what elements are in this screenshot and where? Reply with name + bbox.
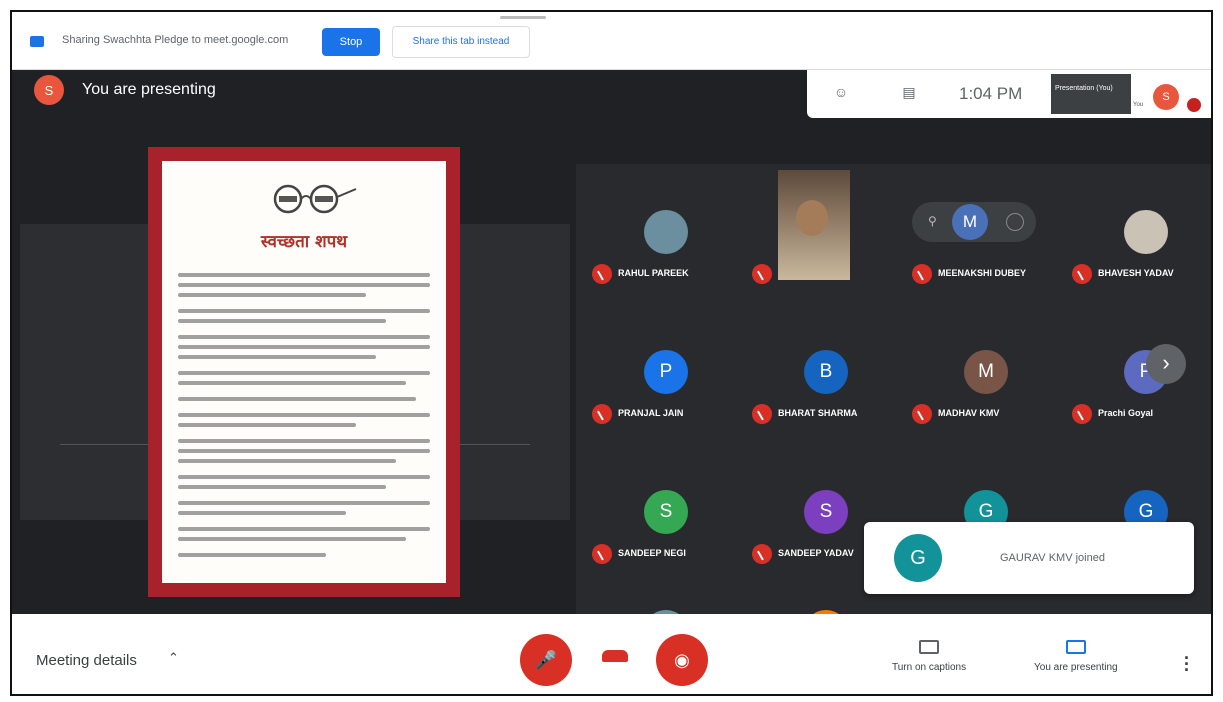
participant-video (778, 170, 850, 280)
participant-name: SANDEEP YADAV (778, 548, 854, 558)
info-panel: ☺ ▤ 1:04 PM Presentation (You) You S (807, 70, 1211, 118)
participant-avatar: P (644, 350, 688, 394)
participant-name: SANDEEP NEGI (618, 548, 686, 558)
toast-avatar: G (894, 534, 942, 582)
toast-text: GAURAV KMV joined (1000, 552, 1105, 564)
meet-window: Sharing Swachhta Pledge to meet.google.c… (10, 10, 1213, 696)
mic-off-icon (752, 264, 772, 284)
participant-tile[interactable]: P PRANJAL JAIN (586, 328, 746, 440)
mic-off-icon (592, 264, 612, 284)
people-icon[interactable]: ☺ (831, 84, 851, 102)
mic-off-icon (752, 544, 772, 564)
mic-off-icon (592, 404, 612, 424)
drag-handle[interactable] (500, 16, 546, 19)
tile-controls: ⚲ M (912, 202, 1036, 242)
participant-tile[interactable]: M MADHAV KMV (906, 328, 1066, 440)
mic-off-icon (912, 404, 932, 424)
present-label: You are presenting (1034, 662, 1118, 673)
hang-up-button[interactable] (602, 650, 628, 662)
participant-avatar: M (964, 350, 1008, 394)
participant-name: Prachi Goyal (1098, 408, 1154, 418)
chevron-up-icon[interactable]: ⌃ (168, 650, 179, 666)
stop-sharing-button[interactable]: Stop (322, 28, 380, 56)
captions-icon (919, 640, 940, 654)
participant-name: RAHUL PAREEK (618, 268, 689, 278)
presenting-label: You are presenting (82, 81, 216, 98)
avatar: S (34, 75, 64, 105)
tab-icon (30, 36, 44, 47)
share-bar: Sharing Swachhta Pledge to meet.google.c… (12, 12, 1211, 70)
participant-name: MADHAV KMV (938, 408, 1000, 418)
participant-name: MEENAKSHI DUBEY (938, 268, 1027, 278)
participant-tile[interactable]: BHAVESH YADAV (1066, 188, 1211, 300)
presentation-thumbnail[interactable]: Presentation (You) (1051, 74, 1131, 114)
captions-label: Turn on captions (892, 662, 967, 673)
pin-icon[interactable]: ⚲ (928, 214, 937, 228)
present-button[interactable]: You are presenting (1034, 640, 1118, 673)
participant-avatar: M (952, 204, 988, 240)
next-page-button[interactable]: › (1146, 344, 1186, 384)
mic-off-icon (752, 404, 772, 424)
sharing-text: Sharing Swachhta Pledge to meet.google.c… (62, 34, 289, 46)
chat-icon[interactable]: ▤ (899, 84, 919, 102)
participant-name: BHARAT SHARMA (778, 408, 858, 418)
share-this-tab-button[interactable]: Share this tab instead (392, 26, 530, 58)
participant-tile[interactable]: S SANDEEP NEGI (586, 468, 746, 580)
camera-off-button[interactable]: ◉ (656, 634, 708, 686)
you-tag: You (1133, 102, 1144, 108)
captions-button[interactable]: Turn on captions (892, 640, 966, 673)
join-notification: G GAURAV KMV joined (864, 522, 1194, 594)
mic-off-icon (592, 544, 612, 564)
participant-avatar (1124, 210, 1168, 254)
participant-name: BHAVESH YADAV (1098, 268, 1174, 278)
mic-off-button[interactable]: 🎤 (520, 634, 572, 686)
participant-avatar: B (804, 350, 848, 394)
participant-avatar (644, 210, 688, 254)
document-title: स्वच्छता शपथ (260, 232, 348, 252)
self-avatar[interactable]: S (1153, 84, 1179, 110)
participant-tile[interactable]: P Prachi Goyal (1066, 328, 1211, 440)
participant-avatar: S (804, 490, 848, 534)
mic-off-icon (912, 264, 932, 284)
mic-off-icon (1072, 264, 1092, 284)
participant-tile[interactable]: B BHARAT SHARMA (746, 328, 906, 440)
more-options-icon[interactable]: ... (1184, 644, 1189, 674)
present-icon (1065, 640, 1086, 654)
bottom-bar: Meeting details ⌃ 🎤 ◉ Turn on captions Y… (12, 614, 1211, 694)
more-icon[interactable] (1006, 213, 1024, 231)
mic-off-icon (1187, 98, 1201, 112)
participant-tile[interactable]: RAHUL PAREEK (586, 188, 746, 300)
meeting-details-button[interactable]: Meeting details (36, 652, 137, 669)
participant-avatar: S (644, 490, 688, 534)
mic-off-icon (1072, 404, 1092, 424)
presenting-banner: S You are presenting (34, 74, 216, 106)
participant-name: PRANJAL JAIN (618, 408, 684, 418)
clock-time: 1:04 PM (959, 84, 1023, 103)
glasses-logo-icon (273, 184, 357, 214)
shared-document: स्वच्छता शपथ (148, 147, 460, 597)
